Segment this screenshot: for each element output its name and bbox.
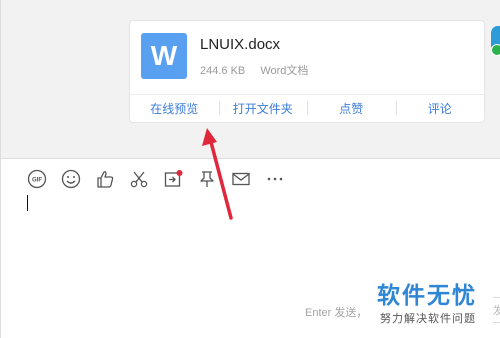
file-message-card[interactable]: W LNUIX.docx 244.6 KB Word文档 在线预览 打开文件夹 … — [129, 20, 485, 123]
file-meta: 244.6 KB Word文档 — [200, 62, 320, 78]
comment-button[interactable]: 评论 — [395, 95, 485, 121]
more-icon[interactable] — [263, 167, 287, 191]
svg-text:GIF: GIF — [32, 178, 42, 184]
watermark-logo: 软件无忧 努力解决软件问题 — [371, 272, 493, 330]
file-actions: 在线预览 打开文件夹 点赞 评论 — [130, 94, 484, 121]
watermark-title: 软件无忧 — [377, 282, 477, 308]
online-preview-button[interactable]: 在线预览 — [130, 95, 219, 121]
watermark-subtitle: 努力解决软件问题 — [380, 313, 476, 325]
mail-icon[interactable] — [229, 167, 253, 191]
open-folder-button[interactable]: 打开文件夹 — [218, 95, 308, 121]
word-file-icon: W — [141, 33, 187, 79]
like-button[interactable]: 点赞 — [307, 95, 396, 121]
online-status-icon — [491, 44, 500, 56]
scissors-icon[interactable] — [127, 167, 151, 191]
file-type: Word文档 — [260, 65, 309, 77]
emoji-icon[interactable] — [59, 167, 83, 191]
text-cursor — [27, 195, 28, 211]
file-name: LNUIX.docx — [200, 36, 281, 53]
input-toolbar: GIF — [25, 167, 287, 191]
chat-history-area: W LNUIX.docx 244.6 KB Word文档 在线预览 打开文件夹 … — [0, 0, 500, 158]
gif-icon[interactable]: GIF — [25, 167, 49, 191]
file-size: 244.6 KB — [200, 65, 246, 77]
pin-icon[interactable] — [195, 167, 219, 191]
screen-share-icon[interactable] — [161, 167, 185, 191]
thumbs-up-icon[interactable] — [93, 167, 117, 191]
send-hint: Enter 发送， — [305, 307, 368, 319]
